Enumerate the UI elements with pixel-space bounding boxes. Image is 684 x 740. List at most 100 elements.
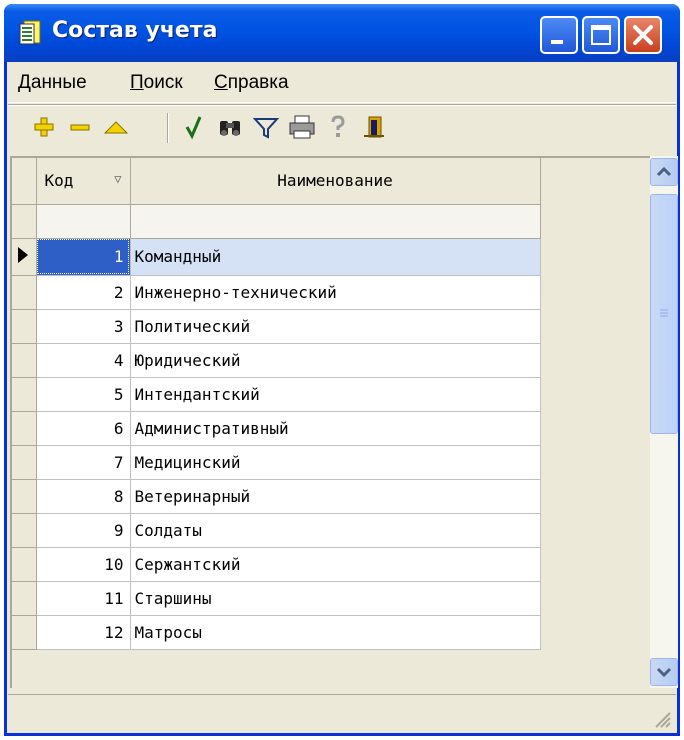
grid-table: Код ▽ Наименование 1 Командный 2 Инженерн… bbox=[12, 158, 541, 650]
cell-code[interactable]: 10 bbox=[36, 547, 131, 582]
row-indicator bbox=[12, 275, 37, 310]
delete-button[interactable] bbox=[64, 111, 96, 143]
scroll-up-button[interactable] bbox=[650, 158, 678, 186]
cell-code[interactable]: 3 bbox=[36, 309, 131, 344]
table-row[interactable]: 8 Ветеринарный bbox=[12, 479, 541, 514]
cell-name[interactable]: Старшины bbox=[130, 581, 541, 616]
row-indicator bbox=[12, 615, 37, 650]
filter-row bbox=[12, 204, 541, 239]
filter-code-cell[interactable] bbox=[36, 204, 131, 239]
table-row[interactable]: 9 Солдаты bbox=[12, 513, 541, 548]
cell-code[interactable]: 8 bbox=[36, 479, 131, 514]
exit-button[interactable] bbox=[358, 111, 390, 143]
menu-data[interactable]: Данные bbox=[18, 72, 87, 94]
delete-icon bbox=[70, 124, 90, 131]
cell-code[interactable]: 9 bbox=[36, 513, 131, 548]
data-grid[interactable]: Код ▽ Наименование 1 Командный 2 Инженерн… bbox=[10, 156, 650, 688]
menu-search-label: оиск bbox=[143, 72, 183, 93]
close-button[interactable] bbox=[624, 16, 662, 54]
help-button[interactable] bbox=[322, 111, 354, 143]
cell-name[interactable]: Инженерно-технический bbox=[130, 275, 541, 310]
vertical-scrollbar[interactable] bbox=[650, 156, 678, 688]
cell-code[interactable]: 4 bbox=[36, 343, 131, 378]
filter-name-cell[interactable] bbox=[130, 204, 541, 239]
chevron-up-icon bbox=[656, 166, 672, 177]
confirm-button[interactable] bbox=[178, 111, 210, 143]
cell-name[interactable]: Юридический bbox=[130, 343, 541, 378]
menu-bar: Данные Поиск Справка bbox=[8, 62, 676, 103]
menu-help-mnemonic: С bbox=[214, 72, 228, 93]
table-row[interactable]: 6 Административный bbox=[12, 411, 541, 446]
row-indicator bbox=[12, 513, 37, 548]
table-row[interactable]: 3 Политический bbox=[12, 309, 541, 344]
row-indicator bbox=[12, 479, 37, 514]
cell-name[interactable]: Политический bbox=[130, 309, 541, 344]
table-row[interactable]: 11 Старшины bbox=[12, 581, 541, 616]
table-row[interactable]: 12 Матросы bbox=[12, 615, 541, 650]
column-header-code-label: Код bbox=[44, 171, 74, 191]
toolbar-separator bbox=[167, 113, 169, 143]
minimize-button[interactable] bbox=[540, 16, 578, 54]
table-row[interactable]: 2 Инженерно-технический bbox=[12, 275, 541, 310]
header-indicator bbox=[12, 158, 37, 205]
column-header-name[interactable]: Наименование bbox=[130, 158, 541, 205]
cell-code[interactable]: 7 bbox=[36, 445, 131, 480]
cell-code[interactable]: 1 bbox=[36, 238, 131, 276]
maximize-icon bbox=[591, 25, 611, 45]
cell-code[interactable]: 5 bbox=[36, 377, 131, 412]
print-icon bbox=[289, 115, 315, 139]
row-indicator bbox=[12, 343, 37, 378]
column-header-code[interactable]: Код ▽ bbox=[36, 158, 131, 205]
row-indicator bbox=[12, 581, 37, 616]
cell-name[interactable]: Медицинский bbox=[130, 445, 541, 480]
add-button[interactable] bbox=[28, 111, 60, 143]
help-icon bbox=[331, 115, 345, 137]
cell-code[interactable]: 2 bbox=[36, 275, 131, 310]
table-row[interactable]: 1 Командный bbox=[12, 238, 541, 276]
find-button[interactable] bbox=[214, 111, 246, 143]
cell-name[interactable]: Командный bbox=[130, 238, 541, 276]
print-button[interactable] bbox=[286, 111, 318, 143]
window-title: Состав учета bbox=[52, 18, 218, 43]
main-window: Состав учета Данные Поиск Справка Код ▽ … bbox=[4, 4, 680, 736]
menu-search[interactable]: Поиск bbox=[130, 72, 183, 94]
cell-name[interactable]: Интендантский bbox=[130, 377, 541, 412]
table-row[interactable]: 7 Медицинский bbox=[12, 445, 541, 480]
cell-name[interactable]: Административный bbox=[130, 411, 541, 446]
filter-icon bbox=[252, 118, 280, 139]
resize-grip-icon[interactable] bbox=[652, 709, 672, 729]
table-row[interactable]: 5 Интендантский bbox=[12, 377, 541, 412]
status-bar bbox=[8, 694, 676, 733]
cell-name[interactable]: Сержантский bbox=[130, 547, 541, 582]
cell-code[interactable]: 12 bbox=[36, 615, 131, 650]
binoculars-icon bbox=[220, 121, 240, 136]
table-row[interactable]: 10 Сержантский bbox=[12, 547, 541, 582]
cell-name[interactable]: Ветеринарный bbox=[130, 479, 541, 514]
filter-button[interactable] bbox=[250, 111, 282, 143]
title-bar[interactable]: Состав учета bbox=[4, 4, 680, 62]
row-indicator bbox=[12, 547, 37, 582]
add-icon bbox=[34, 117, 54, 137]
cell-code[interactable]: 6 bbox=[36, 411, 131, 446]
row-indicator bbox=[12, 309, 37, 344]
edit-icon bbox=[103, 121, 129, 134]
scroll-down-button[interactable] bbox=[650, 658, 678, 686]
table-row[interactable]: 4 Юридический bbox=[12, 343, 541, 378]
cell-name[interactable]: Матросы bbox=[130, 615, 541, 650]
chevron-down-icon bbox=[656, 667, 672, 678]
cell-name[interactable]: Солдаты bbox=[130, 513, 541, 548]
row-indicator bbox=[12, 238, 37, 276]
checkmark-icon bbox=[185, 116, 202, 140]
app-icon bbox=[19, 20, 41, 45]
minimize-icon bbox=[551, 40, 563, 44]
menu-help-label: правка bbox=[227, 72, 289, 93]
edit-button[interactable] bbox=[100, 111, 132, 143]
menu-help[interactable]: Справка bbox=[214, 72, 289, 94]
menu-data-mnemonic: Д bbox=[18, 72, 31, 93]
cell-code[interactable]: 11 bbox=[36, 581, 131, 616]
scroll-thumb[interactable] bbox=[650, 194, 678, 434]
exit-icon bbox=[364, 116, 384, 138]
filter-indicator bbox=[12, 204, 37, 239]
maximize-button[interactable] bbox=[582, 16, 620, 54]
current-row-arrow-icon bbox=[18, 246, 28, 263]
